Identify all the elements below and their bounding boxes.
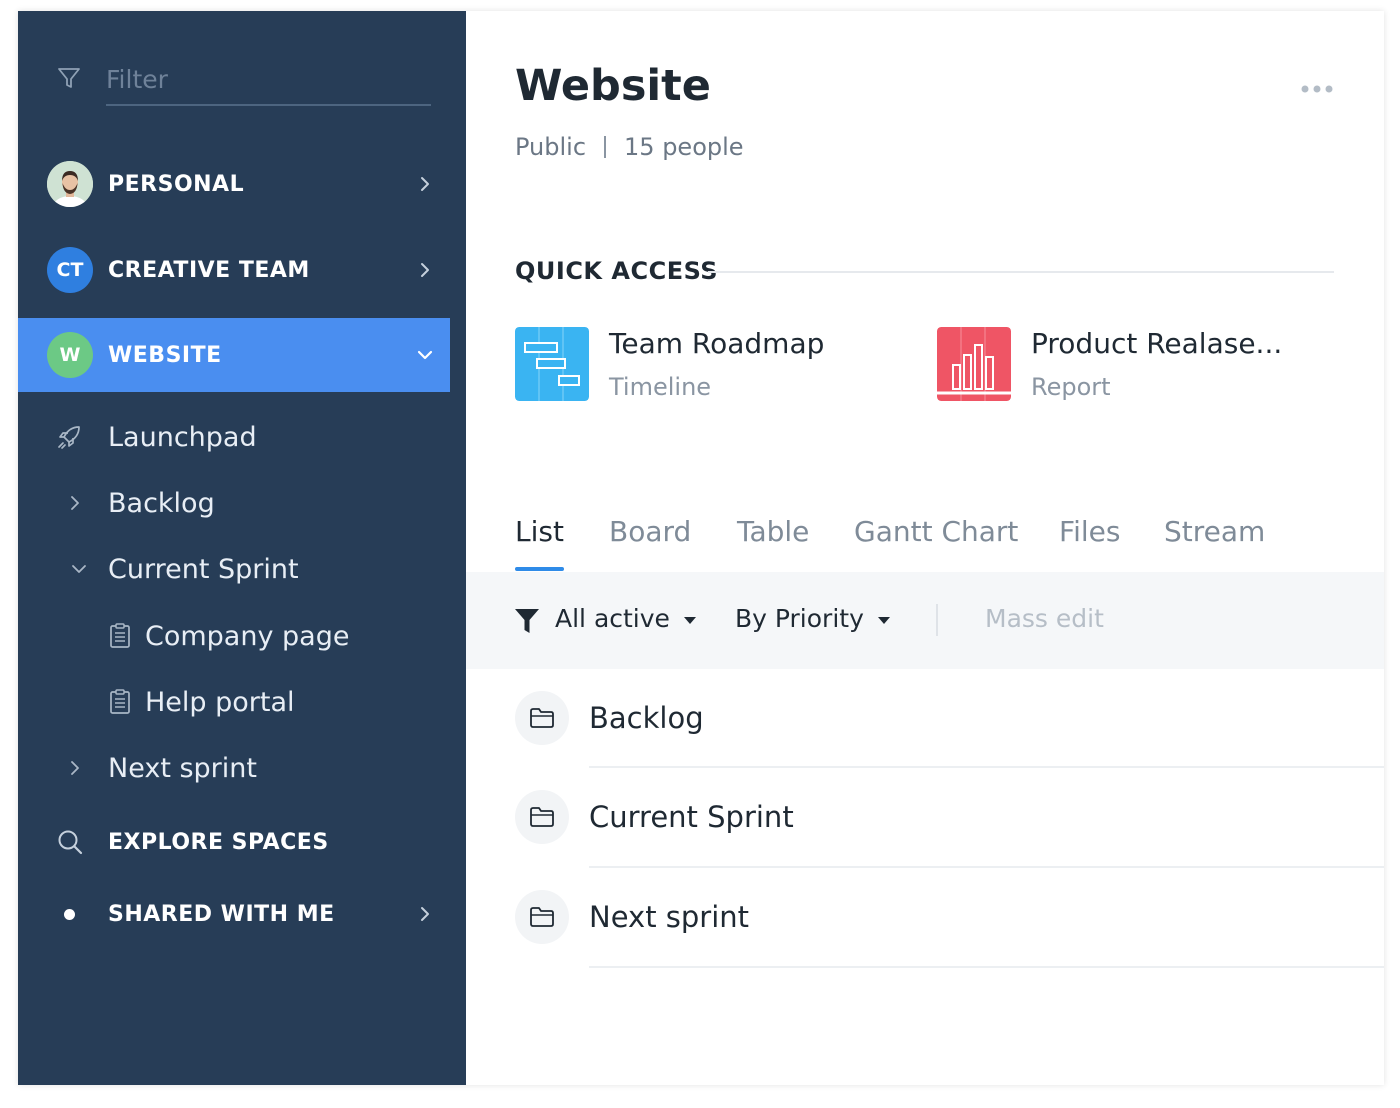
- tab-list[interactable]: List: [515, 515, 564, 548]
- tree-item-help-portal[interactable]: Help portal: [18, 674, 466, 730]
- search-icon: [58, 830, 83, 855]
- bullet-icon: [64, 908, 75, 920]
- document-icon: [110, 689, 130, 714]
- quick-access-name: Team Roadmap: [609, 327, 825, 360]
- meta-divider: [604, 136, 607, 158]
- caret-down-icon: [683, 616, 696, 624]
- chevron-right-icon: [421, 177, 429, 191]
- space-item-personal[interactable]: PERSONAL: [18, 147, 450, 221]
- tree-item-company-page[interactable]: Company page: [18, 608, 466, 664]
- folder-row-backlog[interactable]: Backlog: [466, 669, 1384, 769]
- chevron-right-icon: [421, 263, 429, 277]
- quick-access-divider: [708, 271, 1334, 273]
- tree-label: Launchpad: [108, 421, 257, 453]
- timeline-icon: [515, 327, 589, 401]
- shared-with-me-item[interactable]: SHARED WITH ME: [18, 877, 450, 951]
- folder-icon-container: [515, 790, 569, 844]
- chevron-right-icon: [71, 496, 79, 510]
- sidebar: PERSONAL CT CREATIVE TEAM W WEBSITE: [18, 11, 466, 1085]
- visibility-label: Public: [515, 133, 587, 161]
- tree-label: Current Sprint: [108, 553, 299, 585]
- toolbar-divider: [936, 604, 938, 636]
- space-item-website[interactable]: W WEBSITE: [18, 318, 450, 392]
- folder-icon: [530, 708, 554, 728]
- page-title: Website: [515, 61, 711, 111]
- people-count[interactable]: 15 people: [624, 133, 744, 161]
- avatar: [47, 161, 93, 207]
- folder-row-next-sprint[interactable]: Next sprint: [466, 869, 1384, 969]
- filter-icon: [58, 68, 80, 88]
- folder-icon: [530, 807, 554, 827]
- quick-access-name: Product Realase...: [1031, 327, 1283, 360]
- tree-item-current-sprint[interactable]: Current Sprint: [18, 541, 466, 597]
- space-label: PERSONAL: [108, 171, 245, 197]
- quick-access-team-roadmap[interactable]: Team Roadmap Timeline: [515, 327, 895, 403]
- explore-spaces-label: EXPLORE SPACES: [108, 829, 329, 855]
- space-label: WEBSITE: [108, 342, 222, 368]
- quick-access-type: Timeline: [609, 373, 712, 401]
- chevron-right-icon: [71, 761, 79, 775]
- filter-input[interactable]: [106, 61, 431, 106]
- caret-down-icon: [877, 616, 890, 624]
- document-icon: [110, 623, 130, 648]
- active-tab-indicator: [515, 567, 564, 571]
- tab-stream[interactable]: Stream: [1164, 515, 1265, 548]
- quick-access-product-release[interactable]: Product Realase... Report: [937, 327, 1337, 403]
- tree-label: Help portal: [145, 686, 295, 718]
- tab-gantt-chart[interactable]: Gantt Chart: [854, 515, 1018, 548]
- chevron-down-icon: [72, 565, 86, 573]
- tree-label: Backlog: [108, 487, 215, 519]
- avatar: CT: [47, 247, 93, 293]
- tab-table[interactable]: Table: [737, 515, 809, 548]
- sort-dropdown-label: By Priority: [735, 604, 864, 633]
- list-toolbar: All active By Priority Mass edit: [466, 572, 1384, 669]
- chevron-down-icon: [417, 350, 433, 360]
- rocket-icon: [58, 426, 80, 449]
- app-window: PERSONAL CT CREATIVE TEAM W WEBSITE: [18, 11, 1384, 1085]
- tree-label: Next sprint: [108, 752, 257, 784]
- quick-access-type: Report: [1031, 373, 1111, 401]
- row-divider: [589, 766, 1384, 768]
- space-meta: Public 15 people: [515, 133, 744, 161]
- folder-label: Current Sprint: [589, 800, 794, 834]
- folder-label: Next sprint: [589, 900, 750, 934]
- quick-access-title: QUICK ACCESS: [515, 257, 719, 285]
- tree-item-backlog[interactable]: Backlog: [18, 475, 466, 531]
- tab-files[interactable]: Files: [1059, 515, 1120, 548]
- explore-spaces-item[interactable]: EXPLORE SPACES: [18, 805, 450, 879]
- row-divider: [589, 966, 1384, 968]
- user-photo-icon: [47, 161, 93, 207]
- report-chart-icon: [937, 327, 1011, 401]
- folder-label: Backlog: [589, 701, 704, 735]
- shared-with-me-label: SHARED WITH ME: [108, 901, 335, 927]
- tab-board[interactable]: Board: [609, 515, 691, 548]
- space-label: CREATIVE TEAM: [108, 257, 310, 283]
- tree-item-next-sprint[interactable]: Next sprint: [18, 740, 466, 796]
- filter-dropdown-label: All active: [555, 604, 670, 633]
- mass-edit-button[interactable]: Mass edit: [985, 604, 1104, 633]
- space-item-creative-team[interactable]: CT CREATIVE TEAM: [18, 233, 450, 307]
- chevron-right-icon: [421, 907, 429, 921]
- tree-label: Company page: [145, 620, 350, 652]
- folder-icon-container: [515, 691, 569, 745]
- row-divider: [589, 866, 1384, 868]
- folder-row-current-sprint[interactable]: Current Sprint: [466, 769, 1384, 869]
- tree-item-launchpad[interactable]: Launchpad: [18, 409, 466, 465]
- folder-icon-container: [515, 890, 569, 944]
- filter-solid-icon: [515, 609, 539, 633]
- avatar: W: [47, 332, 93, 378]
- filter-dropdown[interactable]: All active: [555, 604, 696, 633]
- more-options-icon[interactable]: [1300, 83, 1334, 95]
- folder-icon: [530, 907, 554, 927]
- main-panel: Website Public 15 people QUICK ACCESS Te…: [466, 11, 1384, 1085]
- filter-row: [56, 61, 431, 107]
- sort-dropdown[interactable]: By Priority: [735, 604, 890, 633]
